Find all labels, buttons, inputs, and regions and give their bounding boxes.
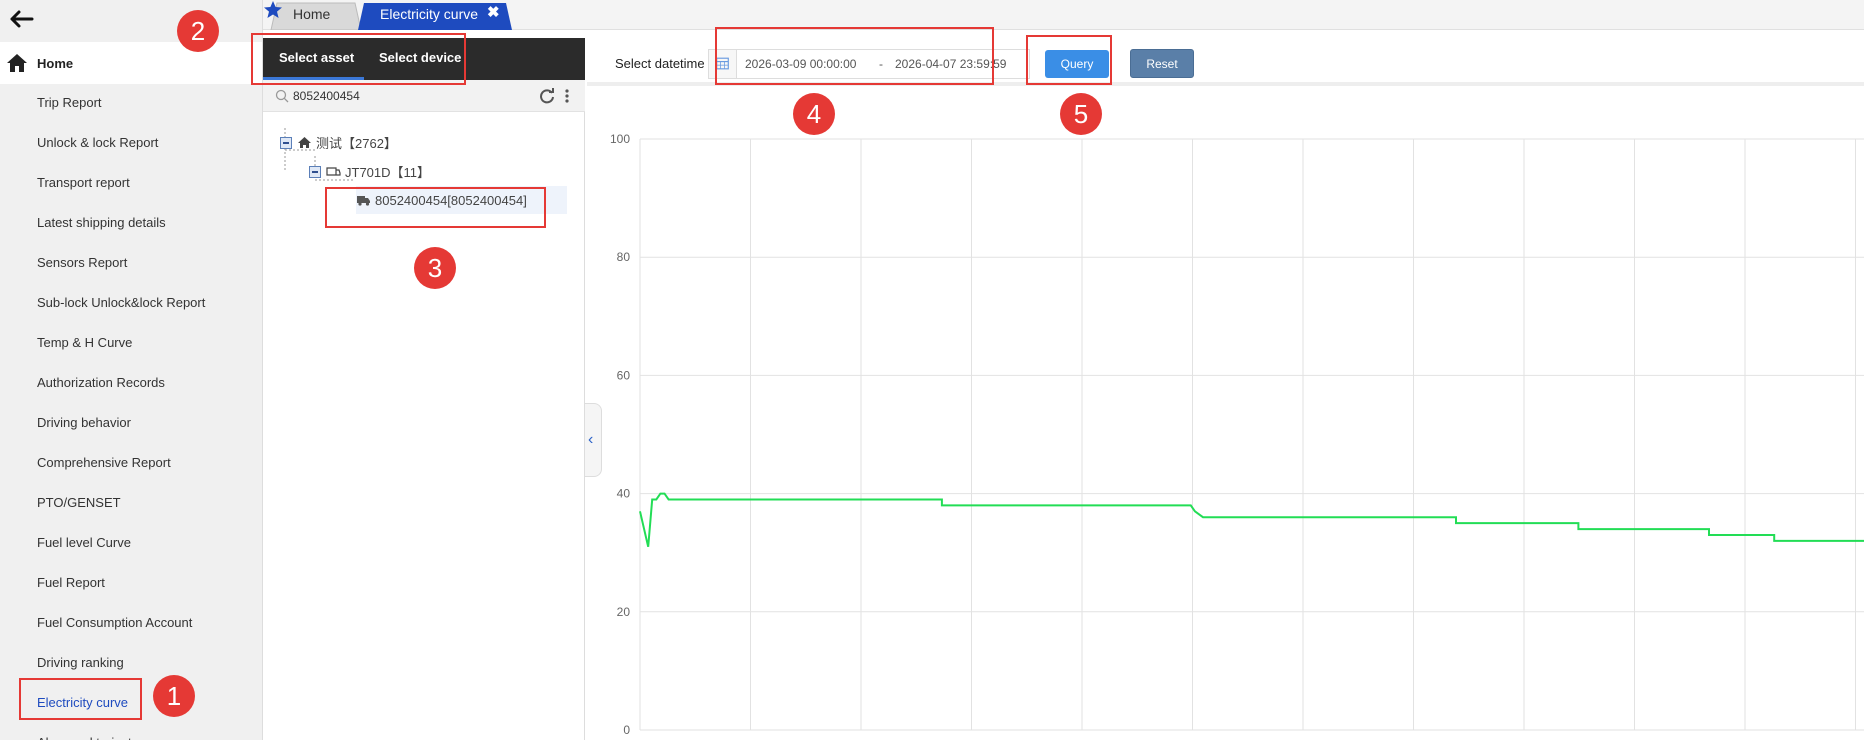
sidebar-item-fuel-consumption-account[interactable]: Fuel Consumption Account (37, 615, 192, 630)
search-input[interactable] (293, 85, 493, 107)
sidebar-item-sensors-report[interactable]: Sensors Report (37, 255, 127, 270)
electricity-series-line (639, 492, 1864, 548)
sidebar-item-fuel-level-curve[interactable]: Fuel level Curve (37, 535, 131, 550)
sidebar-item-trip-report[interactable]: Trip Report (37, 95, 102, 110)
tree-node-label: 测试【2762】 (316, 136, 397, 151)
sidebar-item-fuel-report[interactable]: Fuel Report (37, 575, 105, 590)
sidebar-item-pto-genset[interactable]: PTO/GENSET (37, 495, 121, 510)
sidebar-item-sub-lock-unlock-lock-report[interactable]: Sub-lock Unlock&lock Report (37, 295, 205, 310)
tab-home[interactable]: Home (293, 6, 330, 22)
home-icon (7, 54, 27, 72)
reset-button[interactable]: Reset (1130, 49, 1194, 78)
tab-shapes (270, 2, 512, 30)
sidebar-item-temp-h-curve[interactable]: Temp & H Curve (37, 335, 132, 350)
annotation-box-3 (325, 187, 546, 228)
y-tick-label: 100 (610, 132, 630, 146)
annotation-badge-4: 4 (793, 93, 835, 135)
close-tab-icon[interactable]: ✖ (487, 3, 500, 21)
sidebar-item-driving-ranking[interactable]: Driving ranking (37, 655, 124, 670)
y-axis-ticks: 0 20 40 60 80 100 (610, 132, 630, 737)
tab-electricity-curve[interactable]: Electricity curve (380, 6, 478, 22)
sidebar-item-unlock-lock-report[interactable]: Unlock & lock Report (37, 135, 158, 150)
vehicle-group-icon (326, 167, 341, 176)
collapse-toggle-icon[interactable] (309, 165, 321, 178)
y-tick-label: 0 (623, 723, 630, 737)
sidebar-item-driving-behavior[interactable]: Driving behavior (37, 415, 131, 430)
annotation-badge-3: 3 (414, 247, 456, 289)
sidebar-item-label: Home (37, 55, 74, 71)
tree-node-label: JT701D【11】 (345, 165, 431, 180)
annotation-box-4 (715, 27, 994, 85)
sidebar-item-transport-report[interactable]: Transport report (37, 175, 130, 190)
chart-grid (639, 138, 1864, 731)
y-tick-label: 60 (617, 368, 631, 382)
app-window: Home Trip Report Unlock & lock Report Tran… (0, 0, 1864, 740)
annotation-badge-2: 2 (177, 10, 219, 52)
tree-node-group[interactable]: JT701D【11】 (309, 162, 430, 181)
sidebar-item-authorization-records[interactable]: Authorization Records (37, 375, 165, 390)
annotation-badge-1: 1 (153, 675, 195, 717)
tree-node-root[interactable]: 测试【2762】 (280, 133, 397, 152)
home-icon (298, 137, 311, 148)
annotation-box-5 (1026, 35, 1112, 85)
annotation-box-2 (251, 33, 466, 85)
search-icon (275, 89, 289, 103)
asset-panel: Select asset Select device 8052400454 测试… (263, 38, 585, 740)
sidebar-item-home[interactable]: Home (0, 42, 262, 84)
sidebar: Home Trip Report Unlock & lock Report Tran… (0, 0, 263, 740)
y-tick-label: 40 (617, 487, 631, 501)
datetime-label: Select datetime (615, 56, 705, 71)
tab-bar: Home Electricity curve ✖ (263, 0, 1864, 30)
annotation-box-1 (19, 678, 142, 720)
sidebar-item-comprehensive-report[interactable]: Comprehensive Report (37, 455, 171, 470)
y-tick-label: 80 (617, 250, 631, 264)
electricity-chart: 0 20 40 60 80 100 (610, 132, 1864, 737)
collapse-toggle-icon[interactable] (280, 136, 292, 149)
sidebar-item-abnormal-trajectory[interactable]: Abnormal trajectory (37, 735, 150, 740)
annotation-badge-5: 5 (1060, 93, 1102, 135)
star-icon[interactable] (263, 0, 283, 20)
refresh-icon[interactable] (539, 88, 555, 104)
back-arrow-icon[interactable] (6, 6, 36, 32)
y-tick-label: 20 (617, 605, 631, 619)
sidebar-item-latest-shipping-details[interactable]: Latest shipping details (37, 215, 166, 230)
more-vertical-icon[interactable] (564, 88, 570, 104)
